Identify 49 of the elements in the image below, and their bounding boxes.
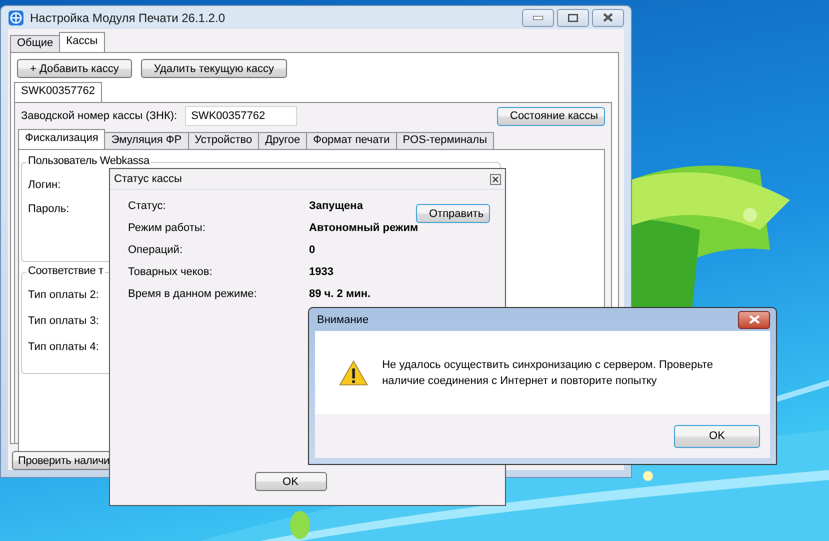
field-label: Логин: xyxy=(28,179,61,191)
serial-label: Заводской номер кассы (ЗНК): xyxy=(21,110,178,122)
close-button[interactable] xyxy=(738,310,770,328)
maximize-icon xyxy=(568,14,578,22)
warning-icon xyxy=(339,358,368,386)
minimize-button[interactable] xyxy=(522,8,554,26)
field-label: Тип оплаты 4: xyxy=(28,341,99,353)
status-label: Режим работы: xyxy=(128,222,206,234)
maximize-button[interactable] xyxy=(557,8,589,26)
serial-input[interactable]: SWK00357762 xyxy=(185,106,298,126)
status-label: Операций: xyxy=(128,244,183,256)
section-tab[interactable]: Формат печати xyxy=(306,132,397,149)
section-tab[interactable]: Фискализация xyxy=(18,129,106,149)
tab[interactable]: Общие xyxy=(10,35,60,52)
status-label: Время в данном режиме: xyxy=(128,288,257,300)
add-register-button[interactable]: + Добавить кассу xyxy=(17,59,132,78)
delete-register-button[interactable]: Удалить текущую кассу xyxy=(140,59,288,78)
group-title: Соответствие т xyxy=(26,265,106,277)
ok-button[interactable]: OK xyxy=(254,472,326,491)
register-tab[interactable]: SWK00357762 xyxy=(14,82,102,102)
window-title: Настройка Модуля Печати 26.1.2.0 xyxy=(30,10,225,24)
close-icon xyxy=(748,315,760,324)
minimize-icon xyxy=(533,16,543,20)
field-label: Пароль: xyxy=(28,203,70,215)
status-value: Запущена xyxy=(309,200,363,212)
tab[interactable]: Кассы xyxy=(59,32,105,52)
section-tab[interactable]: Устройство xyxy=(188,132,260,149)
section-tab[interactable]: POS-терминалы xyxy=(396,132,494,149)
field-label: Тип оплаты 3: xyxy=(28,315,99,327)
section-tab[interactable]: Другое xyxy=(258,132,308,149)
globe-icon xyxy=(8,10,24,26)
status-value: 0 xyxy=(309,244,316,256)
dialog-title: Внимание xyxy=(317,314,369,326)
status-value: 89 ч. 2 мин. xyxy=(309,288,371,300)
status-value: 1933 xyxy=(309,266,334,278)
group-title: Пользователь Webkassa xyxy=(26,155,152,167)
status-label: Товарных чеков: xyxy=(128,266,212,278)
dialog-title: Статус кассы xyxy=(114,173,182,185)
close-button[interactable] xyxy=(592,8,624,26)
ok-button[interactable]: OK xyxy=(674,424,760,448)
send-button[interactable]: Отправить xyxy=(416,204,490,223)
status-label: Статус: xyxy=(128,200,166,212)
field-label: Тип оплаты 2: xyxy=(28,289,99,301)
status-value: Автономный режим xyxy=(309,222,418,234)
alert-message: Не удалось осуществить синхронизацию с сервером. Проверьте наличие соединения с Интернет и повторите попытку xyxy=(382,358,714,388)
close-icon xyxy=(603,13,613,22)
close-icon[interactable] xyxy=(490,174,501,184)
register-status-button[interactable]: Состояние кассы xyxy=(497,106,605,126)
section-tab[interactable]: Эмуляция ФР xyxy=(104,132,189,149)
